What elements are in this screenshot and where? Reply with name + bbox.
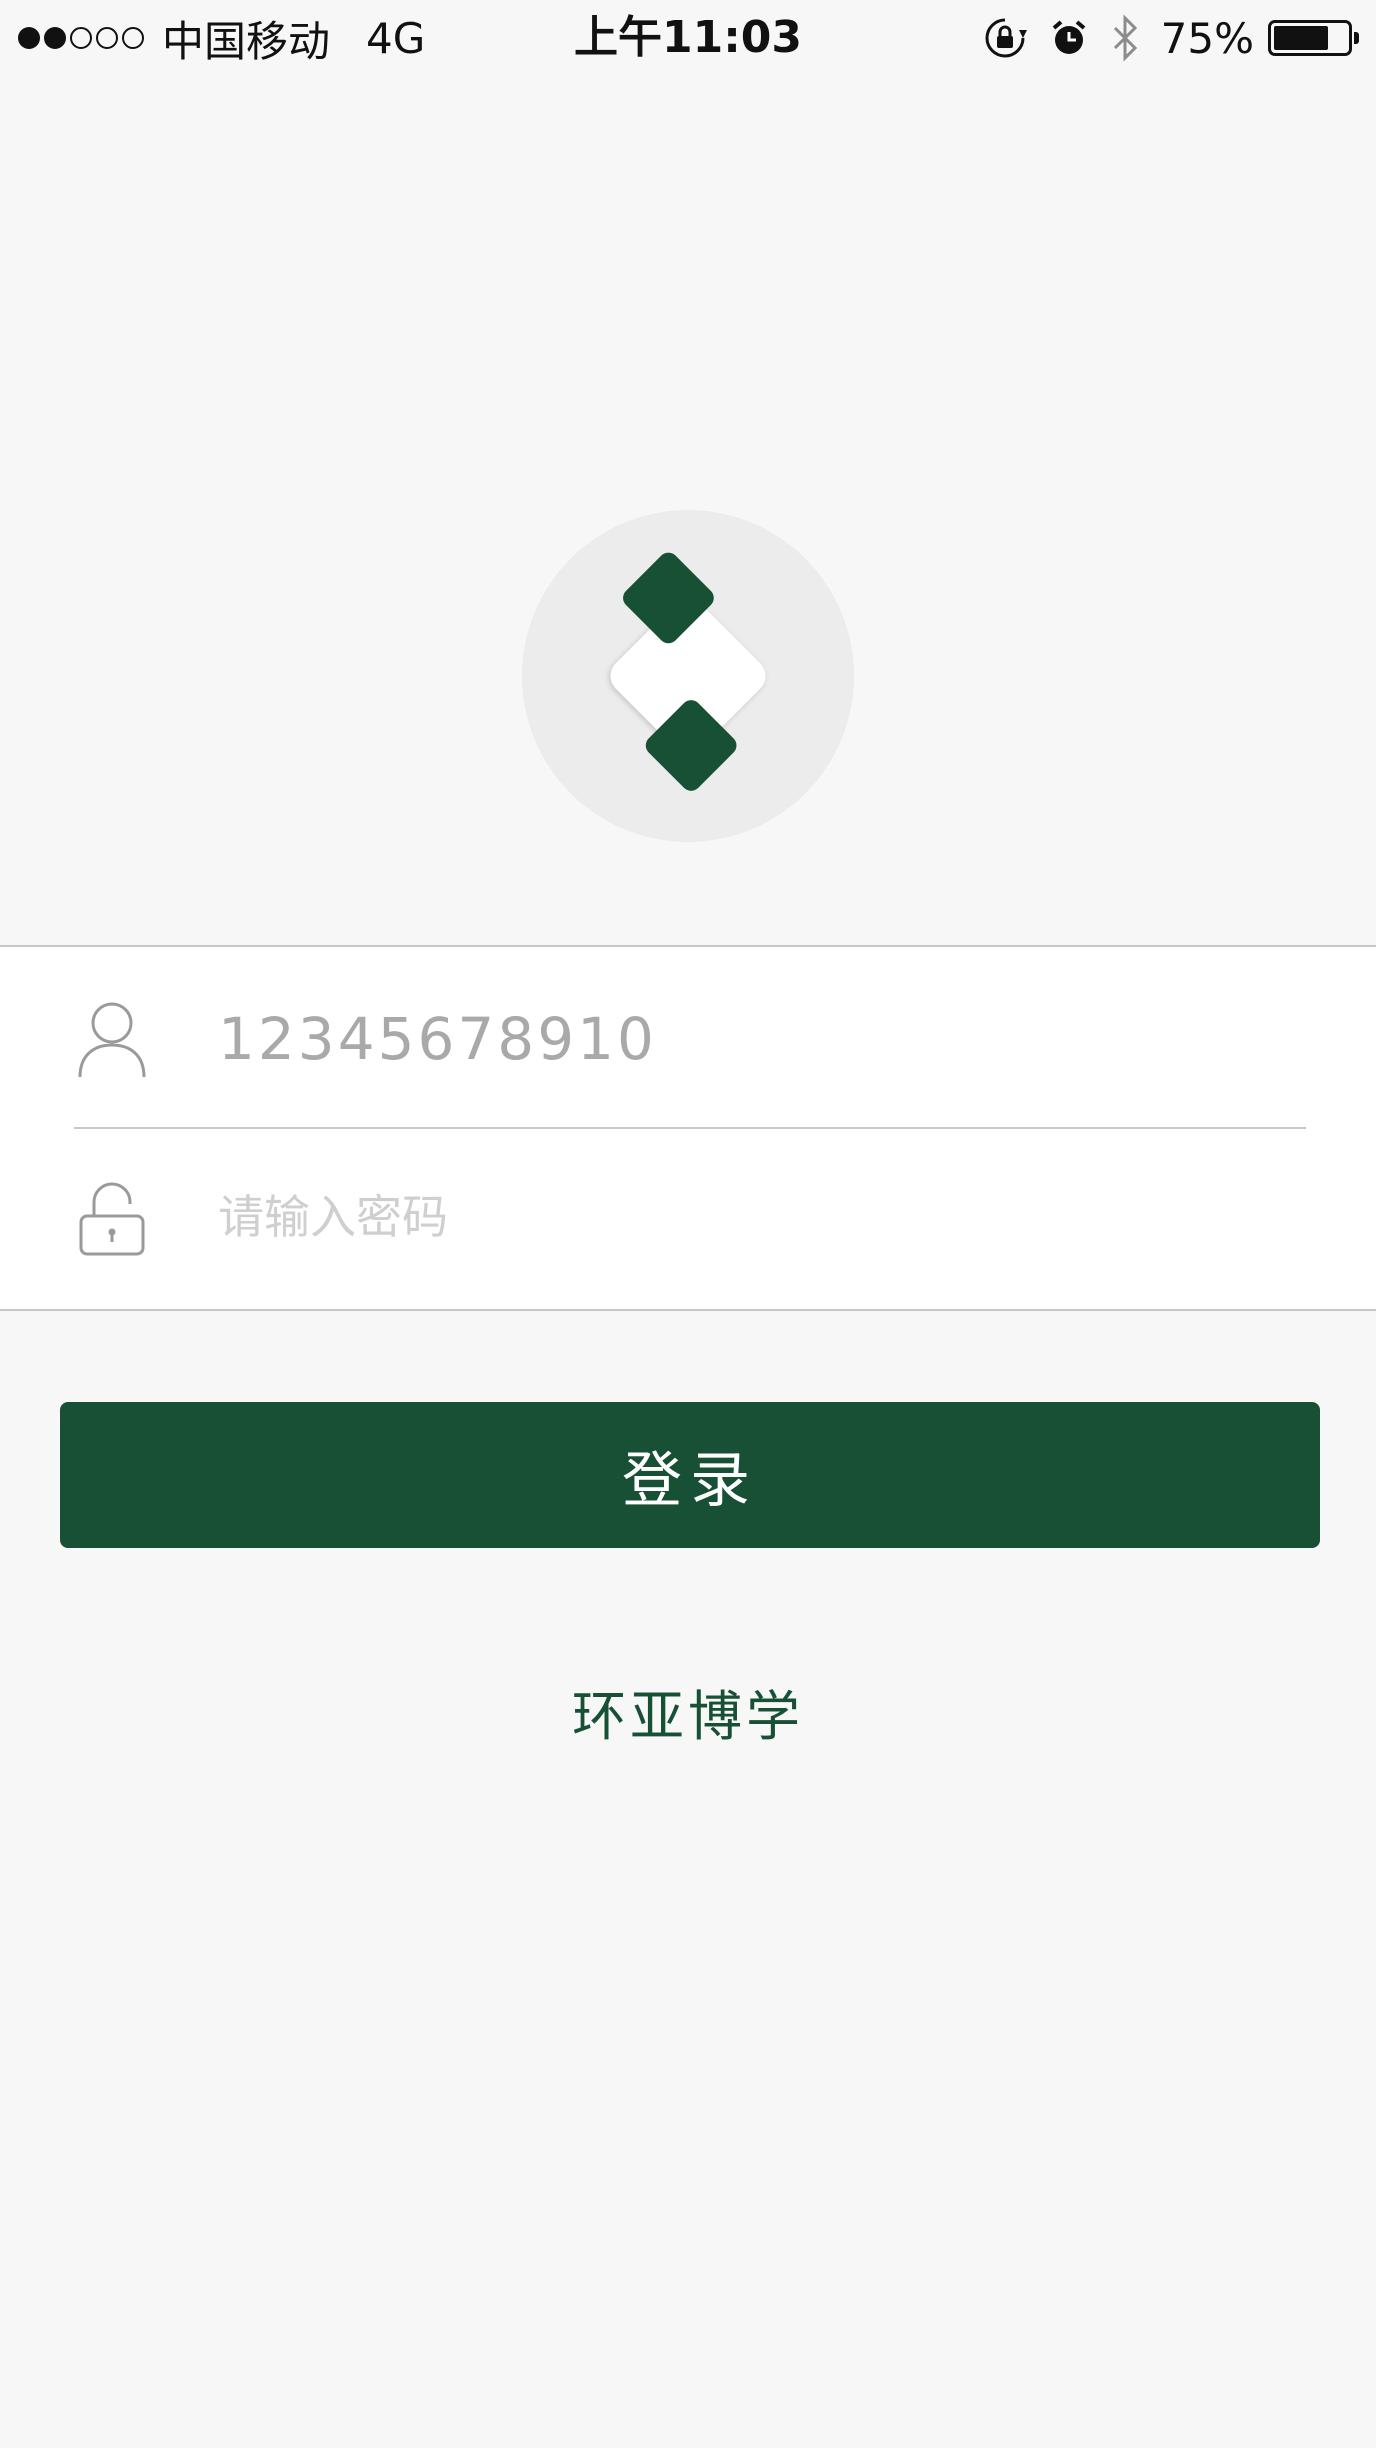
login-form <box>0 945 1376 1311</box>
app-logo-diamond-icon <box>610 552 766 791</box>
login-screen: 中国移动 4G 上午11:03 75% 12345678910 登录 环亚博学 <box>0 0 1376 2448</box>
username-row <box>0 947 1376 1129</box>
battery-icon <box>1268 20 1359 56</box>
orientation-lock-icon <box>983 16 1027 60</box>
status-bar-right: 75% <box>961 8 1359 68</box>
password-row <box>0 1129 1376 1309</box>
status-bar: 中国移动 4G 上午11:03 75% <box>0 0 1376 76</box>
login-button[interactable]: 登录 <box>60 1402 1320 1548</box>
user-icon <box>78 1002 146 1078</box>
lock-icon <box>79 1182 145 1256</box>
battery-percent: 75% <box>1160 13 1254 63</box>
brand-name: 环亚博学 <box>572 1685 804 1748</box>
username-input[interactable] <box>218 1007 1298 1071</box>
alarm-icon <box>1049 18 1089 58</box>
app-logo <box>522 510 854 842</box>
bluetooth-icon <box>1111 14 1139 62</box>
password-input[interactable] <box>218 1185 1298 1249</box>
